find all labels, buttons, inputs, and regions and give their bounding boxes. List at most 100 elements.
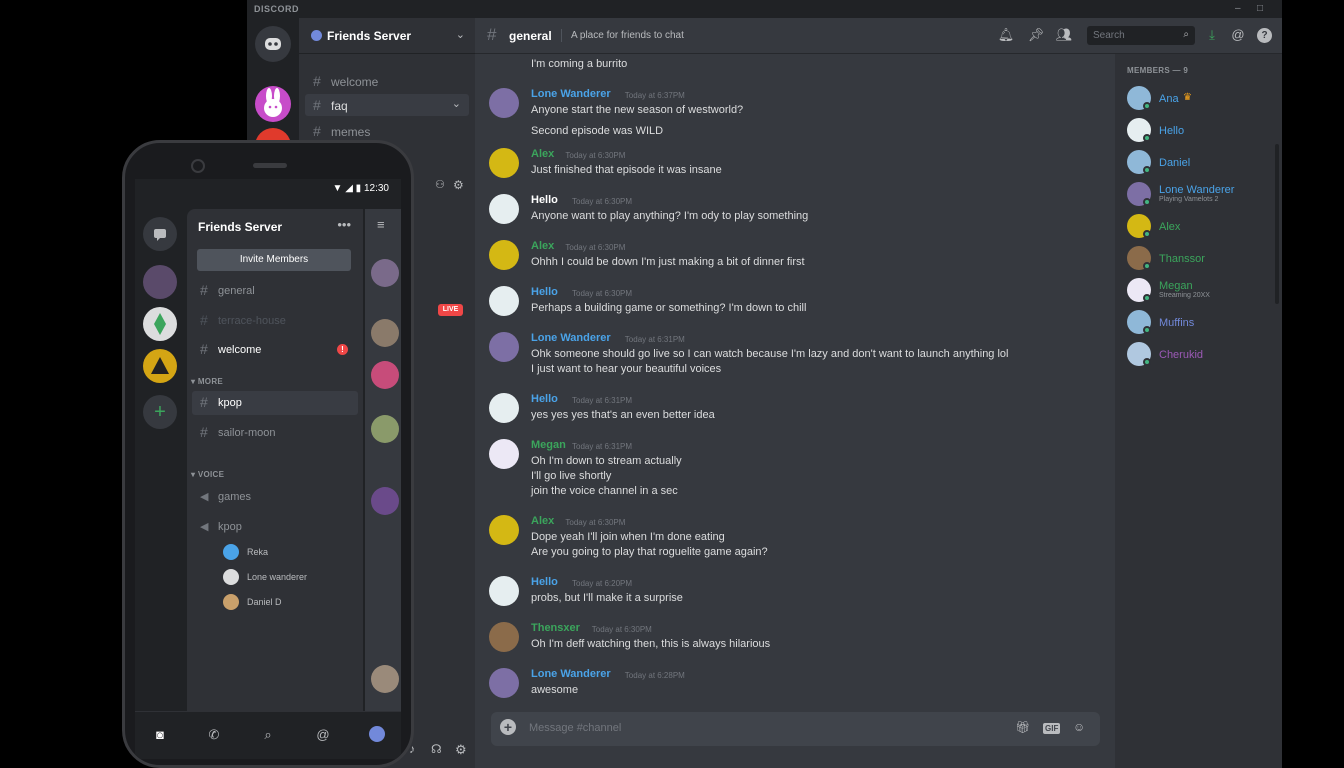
gif-icon[interactable]: GIF [1043, 723, 1061, 734]
minimize-button[interactable]: – [1235, 3, 1241, 14]
member-item[interactable]: Alex [1127, 214, 1277, 240]
avatar[interactable] [489, 332, 519, 362]
member-item[interactable]: Thanssor [1127, 246, 1277, 272]
phone-channel-general[interactable]: # general [192, 279, 358, 303]
message-author[interactable]: Hello [531, 286, 558, 298]
phone-call-icon[interactable]: ✆ [205, 726, 223, 744]
message-author[interactable]: Lone Wanderer [531, 88, 611, 100]
hash-icon: # [313, 123, 321, 139]
phone-channel-sailor-moon[interactable]: # sailor-moon [192, 421, 358, 445]
message-author[interactable]: Lone Wanderer [531, 332, 611, 344]
avatar[interactable] [489, 622, 519, 652]
server-header[interactable]: Friends Server ⌄ [299, 18, 475, 54]
channel-topic: A place for friends to chat [561, 29, 684, 42]
members-icon[interactable]: 👥︎ [1055, 26, 1073, 44]
message-author[interactable]: Alex [531, 515, 554, 527]
home-button[interactable] [255, 26, 291, 62]
channel-label: games [218, 491, 252, 503]
gear-icon[interactable]: ⚙ [453, 178, 464, 192]
title-bar: DISCORD – □ [247, 0, 1282, 18]
member-item[interactable]: Muffins [1127, 310, 1277, 336]
message-composer[interactable]: + Message #channel 🎁︎ GIF ☺ [491, 712, 1100, 746]
avatar[interactable] [489, 576, 519, 606]
member-item[interactable]: Ana ♛ [1127, 86, 1277, 112]
download-icon[interactable]: ⤓ [1203, 26, 1221, 44]
hash-icon: # [200, 312, 208, 328]
member-item[interactable]: Daniel [1127, 150, 1277, 176]
voice-user[interactable]: Daniel D [223, 593, 353, 611]
guild-icon-sims[interactable] [143, 307, 177, 341]
message-author[interactable]: Alex [531, 240, 554, 252]
guild-icon-hazard[interactable] [143, 349, 177, 383]
message-author[interactable]: Hello [531, 393, 558, 405]
upload-plus-icon[interactable]: + [500, 719, 516, 735]
phone-channel-welcome[interactable]: # welcome ! [192, 338, 358, 362]
message-author[interactable]: Megan [531, 439, 566, 451]
channel-welcome[interactable]: # welcome [305, 70, 469, 92]
channel-memes[interactable]: # memes [305, 120, 469, 142]
avatar[interactable] [489, 240, 519, 270]
message-author[interactable]: Hello [531, 194, 558, 206]
message-text: Ohhh I could be down I'm just making a b… [531, 256, 805, 268]
online-status-icon [1143, 294, 1151, 302]
bell-icon[interactable]: 🔔︎ [997, 26, 1015, 44]
avatar[interactable] [489, 88, 519, 118]
phone-channel-kpop[interactable]: # kpop [192, 391, 358, 415]
mention-icon[interactable]: @ [314, 726, 332, 744]
message-timestamp: Today at 6:30PM [565, 518, 626, 527]
guild-icon-bunny[interactable] [255, 86, 291, 122]
gift-icon[interactable]: 🎁︎ [1015, 720, 1030, 734]
category-more[interactable]: ▾ MORE [191, 377, 223, 386]
guild-icon-game[interactable] [143, 265, 177, 299]
channel-faq[interactable]: # faq ⌄ [305, 94, 469, 116]
message-timestamp: Today at 6:31PM [572, 442, 633, 451]
avatar[interactable] [489, 148, 519, 178]
avatar[interactable] [489, 515, 519, 545]
dm-button[interactable] [143, 217, 177, 251]
category-voice[interactable]: ▾ VOICE [191, 470, 224, 479]
add-server-button[interactable]: + [143, 395, 177, 429]
crown-icon: ♛ [1183, 92, 1192, 103]
member-item[interactable]: Cherukid [1127, 342, 1277, 368]
avatar[interactable] [489, 194, 519, 224]
voice-user[interactable]: Lone wanderer [223, 568, 353, 586]
avatar[interactable] [489, 668, 519, 698]
settings-gear-icon[interactable]: ⚙ [455, 742, 467, 758]
help-icon[interactable]: ? [1257, 28, 1272, 43]
hash-icon: # [313, 97, 321, 113]
message-author[interactable]: Lone Wanderer [531, 668, 611, 680]
member-item[interactable]: Lone Wanderer Playing Vamelots 2 [1127, 182, 1277, 208]
phone-voice-games[interactable]: ◀ games [192, 485, 358, 509]
search-icon[interactable]: ⌕ [259, 726, 277, 744]
battery-icon: ▮ [355, 183, 362, 194]
phone-channel-terrace-house[interactable]: # terrace-house [192, 309, 358, 333]
search-input[interactable]: Search ⌕ [1087, 26, 1195, 45]
voice-user[interactable]: Reka [223, 543, 353, 561]
mention-icon[interactable]: @ [1229, 26, 1247, 44]
message-text: Are you going to play that roguelite gam… [531, 546, 768, 558]
members-scrollbar[interactable] [1275, 144, 1279, 304]
maximize-button[interactable]: □ [1257, 3, 1263, 14]
hamburger-icon[interactable]: ≡ [377, 217, 385, 232]
avatar[interactable] [489, 393, 519, 423]
avatar[interactable] [489, 439, 519, 469]
invite-members-button[interactable]: Invite Members [197, 249, 351, 271]
avatar [371, 319, 399, 347]
phone-voice-kpop[interactable]: ◀ kpop [192, 515, 358, 539]
message-author[interactable]: Alex [531, 148, 554, 160]
avatar[interactable] [489, 286, 519, 316]
member-name: Muffins [1159, 317, 1195, 329]
phone-screen: ▼ ◢ ▮ 12:30 + Friends Server ••• Invite … [135, 179, 401, 759]
member-item[interactable]: Megan Streaming 20XX [1127, 278, 1277, 304]
more-options-icon[interactable]: ••• [337, 217, 351, 232]
headphones-icon[interactable]: ☊ [431, 742, 442, 756]
member-item[interactable]: Hello [1127, 118, 1277, 144]
profile-avatar[interactable] [369, 726, 385, 742]
message-author[interactable]: Hello [531, 576, 558, 588]
discord-home-icon[interactable]: ◙ [151, 726, 169, 744]
discord-logo-icon [265, 38, 281, 50]
message-author[interactable]: Thensxer [531, 622, 580, 634]
add-user-icon[interactable]: ⚇ [435, 178, 445, 191]
pin-icon[interactable]: 📌︎ [1027, 26, 1045, 44]
emoji-icon[interactable]: ☺ [1073, 720, 1085, 734]
